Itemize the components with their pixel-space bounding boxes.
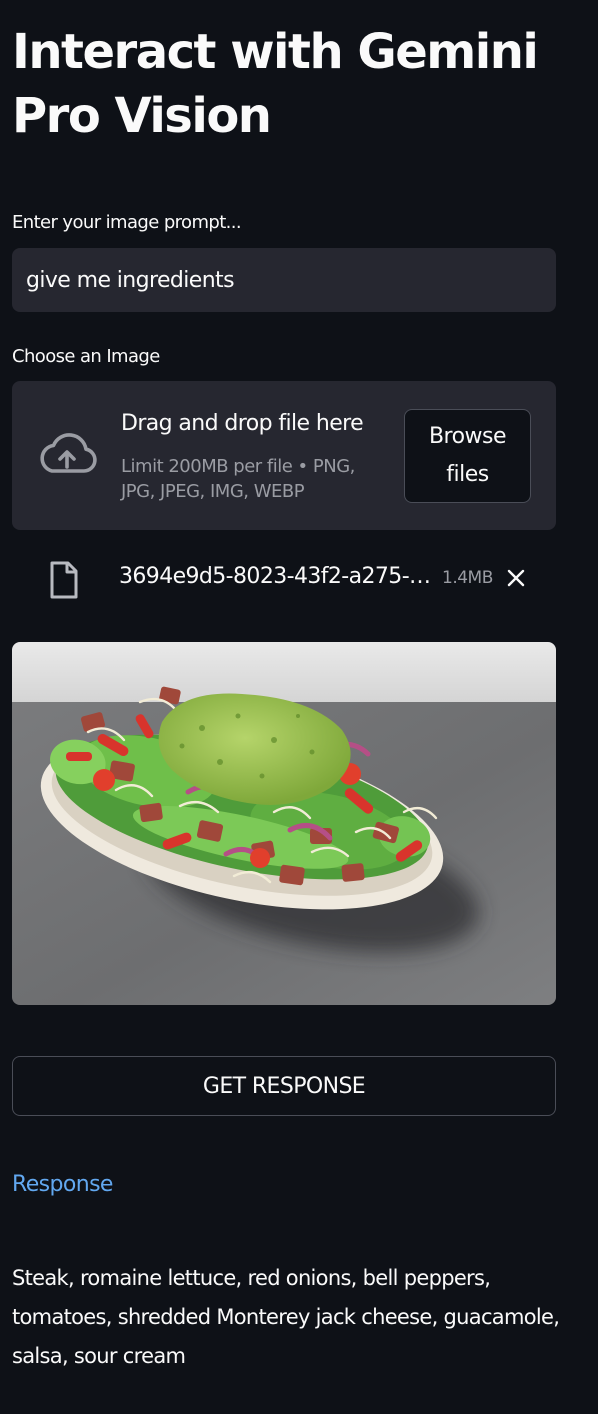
file-icon [50, 561, 78, 599]
uploaded-file-size: 1.4MB [442, 568, 493, 588]
uploader-label: Choose an Image [12, 346, 160, 367]
dropzone-title: Drag and drop file here [121, 411, 364, 436]
uploaded-image-preview [12, 642, 556, 1005]
close-icon[interactable] [506, 568, 526, 588]
file-dropzone[interactable]: Drag and drop file here Limit 200MB per … [12, 381, 556, 530]
response-heading: Response [12, 1172, 113, 1197]
response-text: Steak, romaine lettuce, red onions, bell… [12, 1266, 560, 1368]
uploaded-file-name: 3694e9d5-8023-43f2-a275-… [119, 564, 431, 589]
uploaded-file-row: 3694e9d5-8023-43f2-a275-… 1.4MB [12, 552, 556, 606]
browse-files-button[interactable]: Browse files [404, 409, 531, 503]
get-response-button[interactable]: GET RESPONSE [12, 1056, 556, 1116]
prompt-input[interactable] [12, 248, 556, 312]
prompt-label: Enter your image prompt... [12, 212, 242, 233]
cloud-upload-icon [40, 433, 97, 473]
file-limit-text: Limit 200MB per file • PNG, JPG, JPEG, I… [121, 456, 355, 502]
page-title: Interact with Gemini Pro Vision [12, 24, 539, 144]
